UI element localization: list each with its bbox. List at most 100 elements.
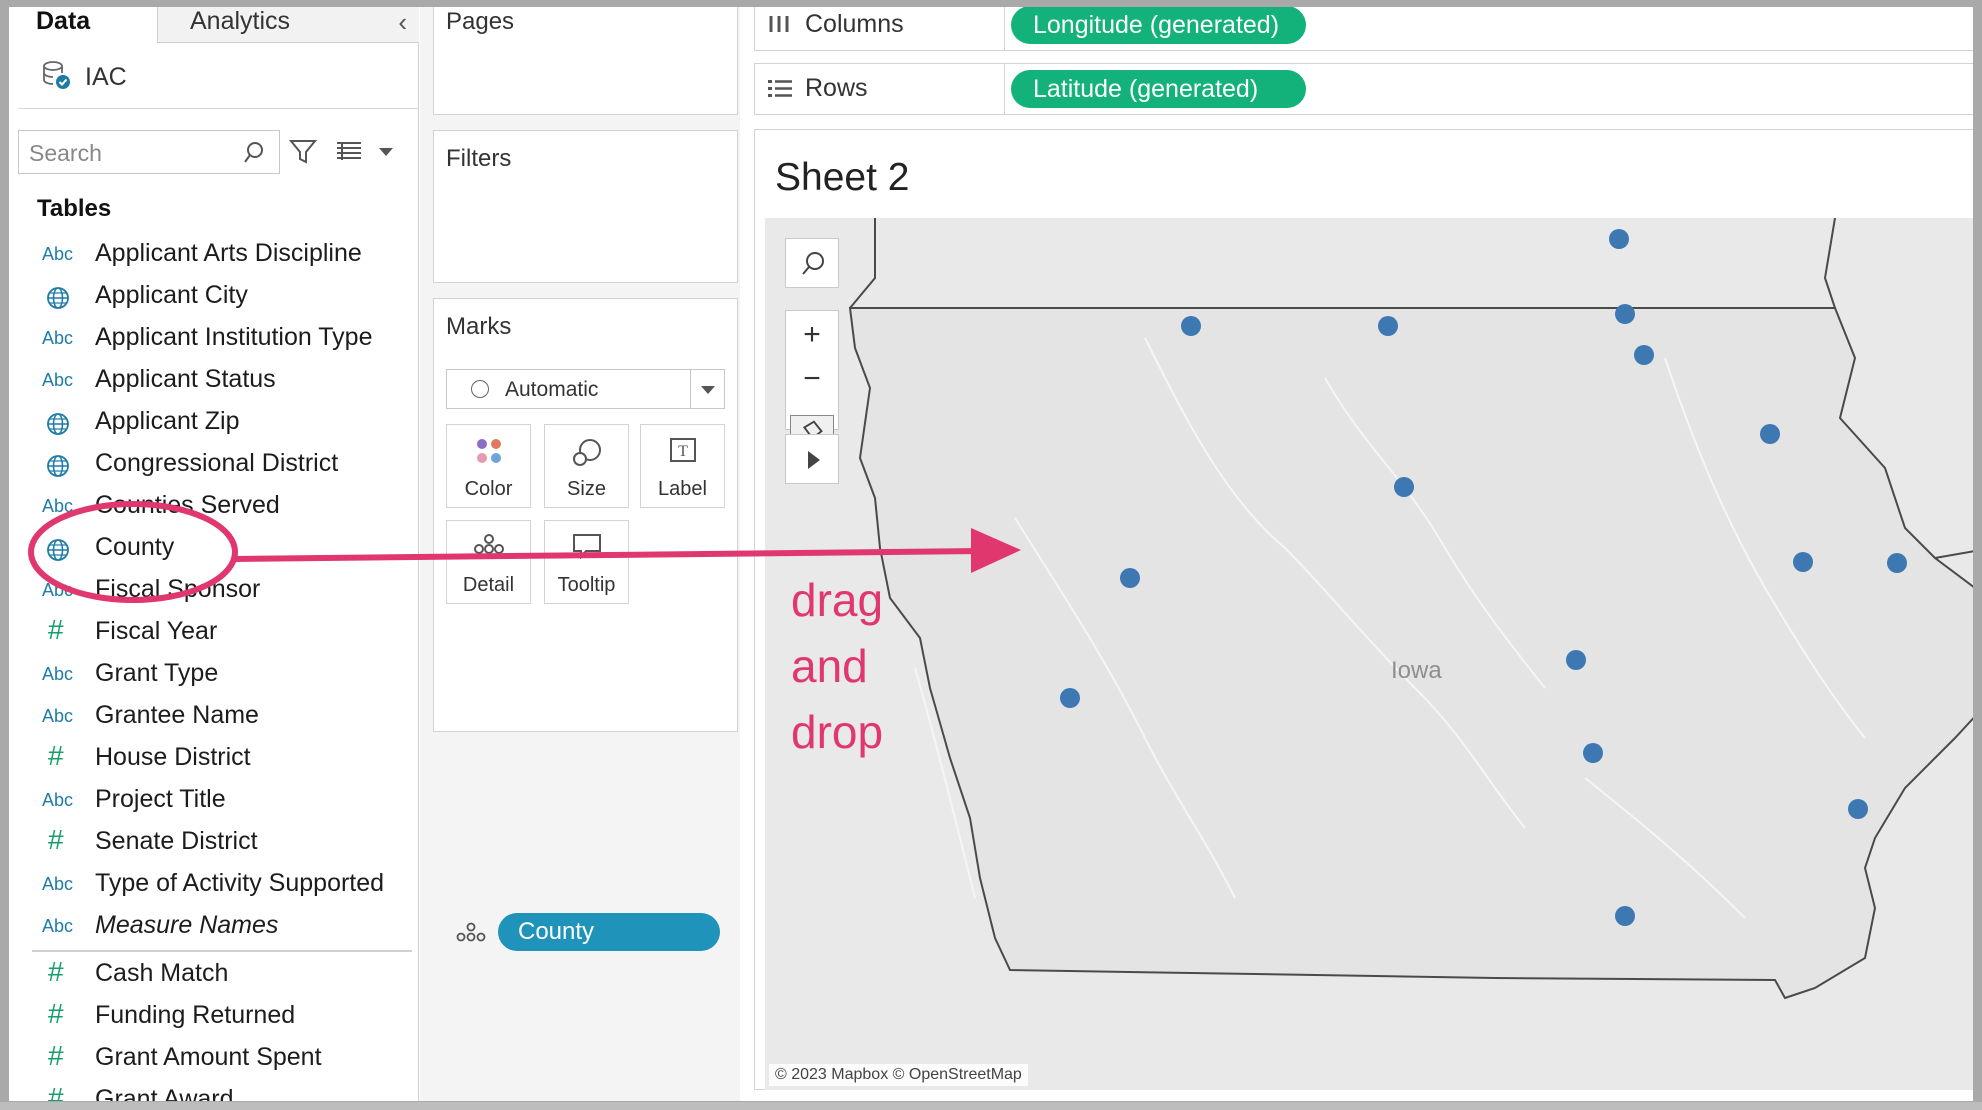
drag-and-drop-annotation: drag and drop	[791, 567, 911, 765]
pages-title: Pages	[446, 8, 515, 35]
tab-data[interactable]: Data	[36, 7, 90, 36]
county-mark[interactable]	[1760, 424, 1780, 444]
field-name: Counties Served	[95, 491, 280, 519]
county-mark[interactable]	[1848, 799, 1868, 819]
size-button[interactable]: Size	[544, 424, 629, 508]
county-mark[interactable]	[1615, 906, 1635, 926]
county-mark[interactable]	[1609, 229, 1629, 249]
county-mark[interactable]	[1566, 650, 1586, 670]
color-icon	[476, 439, 501, 463]
map-canvas[interactable]: + − © 2023 Mapbox © OpenStreetMap	[765, 218, 1973, 1090]
mark-type-select[interactable]: Automatic	[446, 369, 725, 409]
string-type-icon: Abc	[42, 664, 74, 684]
county-detail-pill[interactable]: County	[498, 913, 720, 951]
measure-name: Grant Amount Spent	[95, 1043, 322, 1071]
globe-icon	[47, 287, 69, 309]
field-counties-served[interactable]: Abc Counties Served	[18, 488, 408, 528]
circle-mark-icon	[471, 380, 489, 398]
county-mark[interactable]	[1394, 477, 1414, 497]
globe-type-icon	[46, 412, 86, 441]
search-icon[interactable]	[243, 141, 265, 165]
detail-button[interactable]: Detail	[446, 520, 531, 604]
measure-cash-match[interactable]: # Cash Match	[18, 956, 408, 996]
search-input[interactable]	[29, 139, 229, 167]
number-type-icon: #	[48, 614, 64, 645]
mark-type-dropdown[interactable]	[690, 370, 724, 408]
string-type-icon: Abc	[42, 244, 74, 264]
field-project-title[interactable]: Abc Project Title	[18, 782, 408, 822]
filter-icon[interactable]	[289, 138, 317, 166]
filters-shelf[interactable]: Filters	[433, 130, 738, 283]
datasource-row[interactable]: IAC	[18, 43, 419, 109]
number-type-icon: #	[48, 956, 64, 987]
svg-text:T: T	[678, 443, 688, 460]
tab-analytics[interactable]: Analytics ‹	[157, 7, 419, 43]
string-type-icon: Abc	[42, 496, 74, 516]
field-name: Grant Type	[95, 659, 219, 687]
field-name: House District	[95, 743, 251, 771]
tooltip-button[interactable]: Tooltip	[544, 520, 629, 604]
tab-analytics-label: Analytics	[190, 7, 291, 35]
field-applicant-city[interactable]: Applicant City	[18, 278, 408, 318]
tooltip-icon	[572, 534, 601, 559]
field-name: Applicant Arts Discipline	[95, 239, 362, 267]
map-search-button[interactable]	[785, 238, 839, 288]
string-type-icon: Abc	[42, 874, 74, 894]
globe-icon	[47, 539, 69, 561]
county-mark[interactable]	[1120, 568, 1140, 588]
number-type-icon: #	[48, 824, 64, 855]
chevron-down-icon	[701, 386, 715, 394]
longitude-pill[interactable]: Longitude (generated)	[1011, 7, 1306, 44]
field-house-district[interactable]: # House District	[18, 740, 408, 780]
field-type-of-activity-supported[interactable]: Abc Type of Activity Supported	[18, 866, 408, 906]
sheet-title[interactable]: Sheet 2	[775, 156, 909, 200]
field-applicant-institution-type[interactable]: Abc Applicant Institution Type	[18, 320, 408, 360]
field-fiscal-sponsor[interactable]: Abc Fiscal Sponsor	[18, 572, 408, 612]
field-county[interactable]: County	[18, 530, 408, 570]
measure-funding-returned[interactable]: # Funding Returned	[18, 998, 408, 1038]
marks-card: Marks Automatic Color Size T Label Detai…	[433, 298, 738, 951]
number-type-icon: #	[48, 1040, 64, 1071]
county-mark[interactable]	[1378, 316, 1398, 336]
measures-divider	[32, 950, 412, 952]
field-grantee-name[interactable]: Abc Grantee Name	[18, 698, 408, 738]
dropdown-arrow-icon[interactable]	[378, 147, 394, 157]
latitude-pill[interactable]: Latitude (generated)	[1011, 70, 1306, 108]
color-button[interactable]: Color	[446, 424, 531, 508]
string-type-icon: Abc	[42, 916, 74, 936]
zoom-in-icon[interactable]: +	[786, 311, 838, 359]
string-type-icon: Abc	[42, 580, 74, 600]
county-mark[interactable]	[1615, 304, 1635, 324]
field-senate-district[interactable]: # Senate District	[18, 824, 408, 864]
county-mark[interactable]	[1793, 552, 1813, 572]
county-mark[interactable]	[1887, 553, 1907, 573]
data-pane: Data Analytics ‹ IAC Search Tables Abc A…	[18, 7, 419, 1101]
columns-shelf[interactable]: Columns Longitude (generated)	[754, 7, 1973, 51]
county-mark[interactable]	[1583, 743, 1603, 763]
county-mark[interactable]	[1181, 316, 1201, 336]
globe-icon	[47, 455, 69, 477]
field-fiscal-year[interactable]: # Fiscal Year	[18, 614, 408, 654]
county-mark[interactable]	[1634, 345, 1654, 365]
county-mark[interactable]	[1060, 688, 1080, 708]
map-expand-button[interactable]	[785, 434, 839, 484]
collapse-pane-icon[interactable]: ‹	[398, 7, 407, 38]
field-applicant-arts-discipline[interactable]: Abc Applicant Arts Discipline	[18, 236, 408, 276]
zoom-out-icon[interactable]: −	[786, 355, 838, 403]
field-grant-type[interactable]: Abc Grant Type	[18, 656, 408, 696]
list-view-icon[interactable]	[336, 141, 362, 161]
detail-pill-icon	[456, 922, 486, 942]
field-name: Grantee Name	[95, 701, 259, 729]
label-button[interactable]: T Label	[640, 424, 725, 508]
size-label: Size	[567, 478, 606, 500]
rows-shelf[interactable]: Rows Latitude (generated)	[754, 63, 1973, 115]
field-applicant-zip[interactable]: Applicant Zip	[18, 404, 408, 444]
field-congressional-district[interactable]: Congressional District	[18, 446, 408, 486]
field-measure-names[interactable]: Abc Measure Names	[18, 908, 408, 948]
map-attribution[interactable]: © 2023 Mapbox © OpenStreetMap	[769, 1064, 1028, 1086]
globe-icon	[47, 413, 69, 435]
field-applicant-status[interactable]: Abc Applicant Status	[18, 362, 408, 402]
field-name: Applicant Status	[95, 365, 276, 393]
pages-shelf[interactable]: Pages	[433, 7, 738, 115]
measure-grant-amount-spent[interactable]: # Grant Amount Spent	[18, 1040, 408, 1080]
